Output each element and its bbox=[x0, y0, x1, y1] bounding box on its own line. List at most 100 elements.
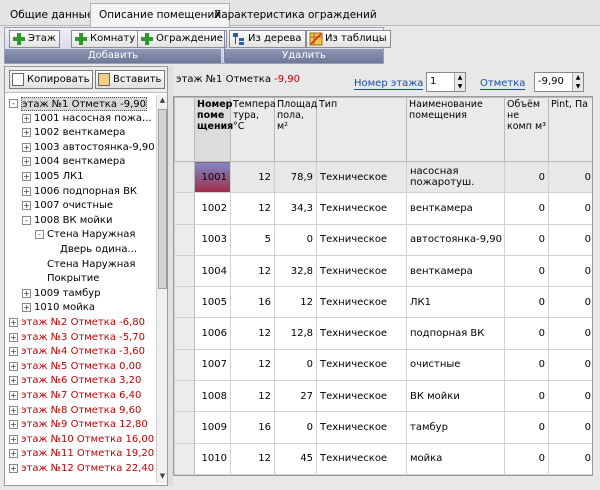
table-cell[interactable]: 12 bbox=[274, 286, 317, 319]
table-cell[interactable]: 78,9 bbox=[274, 160, 317, 194]
table-cell[interactable]: 0 bbox=[548, 160, 592, 194]
tree-node[interactable]: Покрытие bbox=[47, 272, 99, 286]
tree-node[interactable]: Дверь одина... bbox=[60, 243, 137, 257]
mark-spinner[interactable]: -9,90 ▲ ▼ bbox=[534, 72, 584, 92]
expand-icon[interactable]: + bbox=[22, 172, 31, 181]
row-indicator[interactable] bbox=[174, 192, 195, 225]
table-cell[interactable]: 0 bbox=[504, 348, 549, 382]
tree-node[interactable]: 1005 ЛК1 bbox=[34, 170, 84, 184]
table-cell[interactable]: 1005 bbox=[194, 286, 231, 319]
table-cell[interactable]: 27 bbox=[274, 380, 317, 413]
table-cell[interactable]: 0 bbox=[504, 317, 549, 350]
table-cell[interactable]: 16 bbox=[230, 286, 275, 319]
table-cell[interactable]: 0 bbox=[548, 380, 592, 413]
scroll-up-icon[interactable]: ▲ bbox=[158, 96, 167, 106]
table-cell[interactable]: 0 bbox=[548, 254, 592, 288]
floor-number-spinner[interactable]: 1 ▲ ▼ bbox=[426, 72, 466, 92]
table-cell[interactable]: очистные bbox=[406, 348, 505, 382]
table-cell[interactable]: 0 bbox=[504, 223, 549, 256]
table-row[interactable]: 1003 5 0 Техническое автостоянка-9,90 0 0 bbox=[174, 223, 592, 256]
table-cell[interactable]: 1009 bbox=[194, 411, 231, 444]
table-cell[interactable]: ЛК1 bbox=[406, 286, 505, 319]
scroll-thumb[interactable] bbox=[158, 109, 167, 289]
table-cell[interactable]: 0 bbox=[504, 442, 549, 475]
table-cell[interactable]: Техническое bbox=[316, 317, 407, 350]
table-cell[interactable]: Техническое bbox=[316, 223, 407, 256]
tree-node[interactable]: этаж №1 Отметка -9,90 bbox=[21, 97, 148, 111]
expand-icon[interactable]: + bbox=[9, 332, 18, 342]
table-cell[interactable]: 12 bbox=[230, 192, 275, 225]
table-cell[interactable]: ВК мойки bbox=[406, 380, 505, 413]
table-cell[interactable]: 12,8 bbox=[274, 317, 317, 350]
add-room-button[interactable]: Комнату bbox=[71, 30, 140, 48]
table-cell[interactable]: насосная пожаротуш. bbox=[406, 160, 505, 194]
table-cell[interactable]: 12 bbox=[230, 160, 275, 194]
table-cell[interactable]: венткамера bbox=[406, 254, 505, 288]
row-indicator[interactable] bbox=[174, 160, 195, 194]
row-indicator[interactable] bbox=[174, 223, 195, 256]
expand-icon[interactable]: + bbox=[9, 347, 18, 357]
table-cell[interactable]: 16 bbox=[230, 411, 275, 444]
table-cell[interactable]: 0 bbox=[548, 192, 592, 225]
copy-button[interactable]: Копировать bbox=[9, 70, 94, 89]
table-cell[interactable]: 32,8 bbox=[274, 254, 317, 288]
table-row[interactable]: 1006 12 12,8 Техническое подпорная ВК 0 0 bbox=[174, 317, 592, 350]
table-cell[interactable]: 1002 bbox=[194, 192, 231, 225]
expand-icon[interactable]: + bbox=[22, 113, 31, 123]
table-cell[interactable]: тамбур bbox=[406, 411, 505, 444]
table-cell[interactable]: венткамера bbox=[406, 192, 505, 225]
tab-enclosures[interactable]: Характеристика ограждений bbox=[206, 4, 385, 26]
tree-node[interactable]: 1009 тамбур bbox=[34, 287, 101, 301]
table-cell[interactable]: 0 bbox=[504, 380, 549, 413]
table-cell[interactable]: мойка bbox=[406, 442, 505, 475]
table-cell[interactable]: Техническое bbox=[316, 254, 407, 288]
tree-node[interactable]: этаж №3 Отметка -5,70 bbox=[21, 331, 145, 345]
tree-node[interactable]: 1006 подпорная ВК bbox=[34, 185, 137, 199]
tree-node[interactable]: этаж №9 Отметка 12,80 bbox=[21, 418, 148, 432]
row-indicator[interactable] bbox=[174, 254, 195, 288]
table-cell[interactable]: 45 bbox=[274, 442, 317, 475]
expand-icon[interactable]: + bbox=[9, 434, 18, 444]
tree-node[interactable]: 1004 венткамера bbox=[34, 155, 125, 169]
expand-icon[interactable]: + bbox=[9, 420, 18, 430]
expand-icon[interactable]: + bbox=[9, 464, 18, 473]
spinner-arrows-icon[interactable]: ▲ ▼ bbox=[454, 73, 465, 91]
table-row[interactable]: 1005 16 12 Техническое ЛК1 0 0 bbox=[174, 286, 592, 319]
table-cell[interactable]: автостоянка-9,90 bbox=[406, 223, 505, 256]
expand-icon[interactable]: + bbox=[9, 361, 18, 371]
tree-node[interactable]: этаж №2 Отметка -6,80 bbox=[21, 316, 145, 330]
table-cell[interactable]: 0 bbox=[504, 160, 549, 194]
column-header[interactable]: Площад пола, м² bbox=[274, 97, 317, 162]
table-cell[interactable]: 0 bbox=[548, 411, 592, 444]
tree-node[interactable]: 1008 ВК мойки bbox=[34, 214, 112, 228]
expand-icon[interactable]: + bbox=[9, 405, 18, 415]
expand-icon[interactable]: + bbox=[22, 303, 31, 313]
delete-from-tree-button[interactable]: Из дерева bbox=[229, 30, 306, 48]
expand-icon[interactable]: + bbox=[22, 128, 31, 138]
table-cell[interactable]: 12 bbox=[230, 380, 275, 413]
table-cell[interactable]: 12 bbox=[230, 442, 275, 475]
collapse-icon[interactable]: - bbox=[22, 215, 31, 225]
column-header[interactable]: Объём не комп м³ bbox=[504, 97, 549, 162]
table-cell[interactable]: 1010 bbox=[194, 442, 231, 475]
tree-node[interactable]: этаж №8 Отметка 9,60 bbox=[21, 404, 141, 418]
table-row[interactable]: 1007 12 0 Техническое очистные 0 0 bbox=[174, 348, 592, 382]
tree-node[interactable]: 1003 автостоянка-9,90 bbox=[34, 141, 155, 155]
expand-icon[interactable]: + bbox=[22, 201, 31, 211]
table-cell[interactable]: 1007 bbox=[194, 348, 231, 382]
expand-icon[interactable]: + bbox=[9, 391, 18, 400]
table-cell[interactable]: Техническое bbox=[316, 442, 407, 475]
tree-node[interactable]: 1001 насосная пожа... bbox=[34, 112, 152, 126]
table-cell[interactable]: 1008 bbox=[194, 380, 231, 413]
floor-tree[interactable]: - этаж №1 Отметка -9,90 +1001 насосная пож… bbox=[5, 95, 155, 483]
tree-scrollbar[interactable]: ▲ ▼ bbox=[156, 95, 167, 483]
table-cell[interactable]: 0 bbox=[548, 317, 592, 350]
table-cell[interactable]: 12 bbox=[230, 317, 275, 350]
table-cell[interactable]: 0 bbox=[274, 223, 317, 256]
table-row[interactable]: 1001 12 78,9 Техническое насосная пожаротуш.… bbox=[174, 160, 592, 194]
column-header[interactable]: Темпера тура, °С bbox=[230, 97, 276, 162]
delete-from-table-button[interactable]: Из таблицы bbox=[306, 30, 391, 48]
table-cell[interactable]: 0 bbox=[274, 348, 317, 382]
table-cell[interactable]: 12 bbox=[230, 254, 275, 288]
table-cell[interactable]: 34,3 bbox=[274, 192, 317, 225]
